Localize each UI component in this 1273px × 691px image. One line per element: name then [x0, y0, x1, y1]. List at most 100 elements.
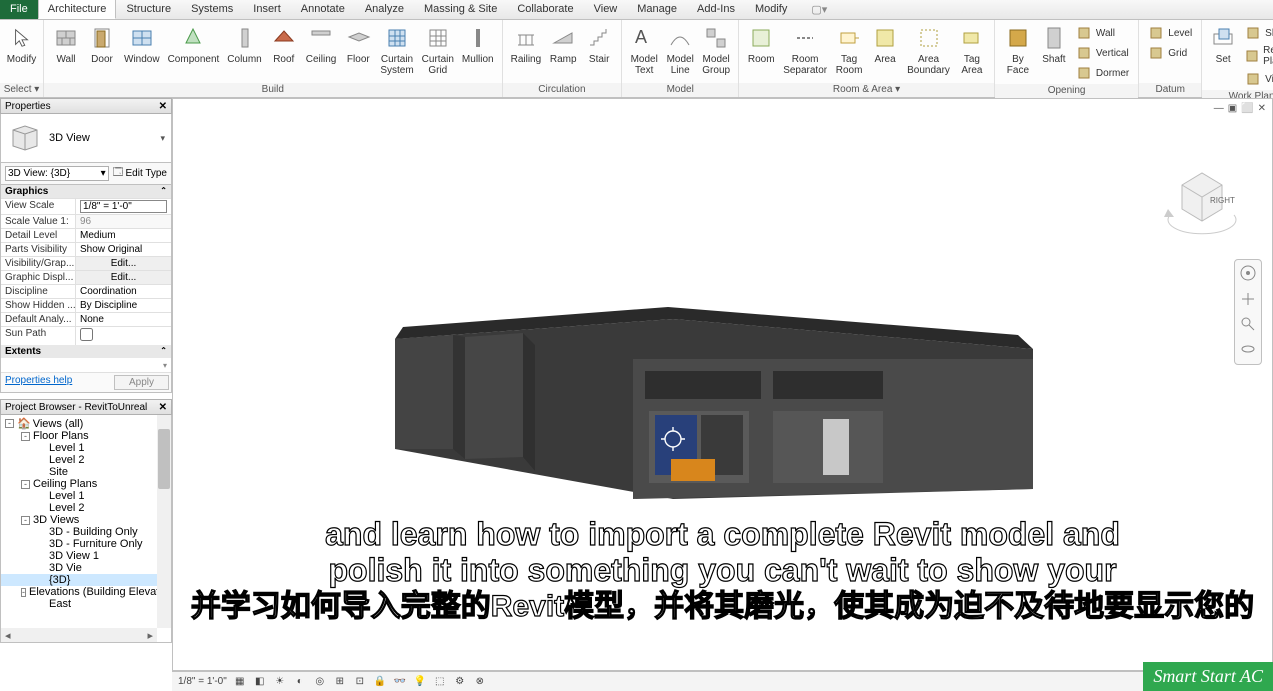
vertical-button[interactable]: Vertical: [1073, 44, 1132, 62]
model-text-button[interactable]: AModelText: [626, 22, 662, 78]
dormer-button[interactable]: Dormer: [1073, 64, 1132, 82]
grid-button[interactable]: Grid: [1145, 44, 1195, 62]
scrollbar-vertical[interactable]: [157, 415, 171, 628]
tree-node[interactable]: East: [1, 598, 171, 610]
group-select[interactable]: Select ▾: [0, 83, 43, 97]
tag-area-button[interactable]: TagArea: [954, 22, 990, 78]
tree-node[interactable]: 3D - Building Only: [1, 526, 171, 538]
tab-analyze[interactable]: Analyze: [355, 0, 414, 19]
floor-button[interactable]: Floor: [340, 22, 376, 67]
view-dropdown[interactable]: 3D View: {3D}▾: [5, 166, 109, 181]
checkbox[interactable]: [80, 328, 93, 341]
scale-display[interactable]: 1/8" = 1'-0": [178, 676, 227, 687]
type-selector[interactable]: 3D View ▾: [0, 114, 172, 163]
tab-insert[interactable]: Insert: [243, 0, 291, 19]
rendering-icon[interactable]: ◎: [313, 675, 327, 689]
tab-architecture[interactable]: Architecture: [38, 0, 117, 19]
tree-node[interactable]: Level 1: [1, 442, 171, 454]
component-button[interactable]: Component: [164, 22, 224, 67]
prop-view-scale[interactable]: View Scale1/8" = 1'-0": [1, 198, 171, 214]
room-button[interactable]: Room: [743, 22, 779, 67]
level-button[interactable]: Level: [1145, 24, 1195, 42]
prop-visibility-grap-[interactable]: Visibility/Grap...Edit...: [1, 256, 171, 270]
wall-button[interactable]: Wall: [1073, 24, 1132, 42]
section-extents[interactable]: Extents⌃: [1, 345, 171, 358]
wall-button[interactable]: Wall: [48, 22, 84, 67]
tab-file[interactable]: File: [0, 0, 38, 19]
prop-default-analy-[interactable]: Default Analy...None: [1, 312, 171, 326]
stair-button[interactable]: Stair: [581, 22, 617, 67]
constraints-icon[interactable]: ⊗: [473, 675, 487, 689]
tab-modify[interactable]: Modify: [745, 0, 797, 19]
view-cube[interactable]: RIGHT: [1152, 159, 1252, 242]
tree-node[interactable]: Site: [1, 466, 171, 478]
steering-wheel-icon[interactable]: [1239, 264, 1257, 285]
expand-icon[interactable]: -: [21, 480, 30, 489]
prop-sun-path[interactable]: Sun Path: [1, 326, 171, 345]
reveal-hidden-icon[interactable]: 💡: [413, 675, 427, 689]
ramp-button[interactable]: Ramp: [545, 22, 581, 67]
group-room-area[interactable]: Room & Area ▾: [739, 83, 994, 97]
tree-node[interactable]: 3D - Furniture Only: [1, 538, 171, 550]
orbit-icon[interactable]: [1240, 341, 1256, 360]
tab-structure[interactable]: Structure: [116, 0, 181, 19]
zoom-icon[interactable]: [1240, 316, 1256, 335]
tab-systems[interactable]: Systems: [181, 0, 243, 19]
prop-scale-value-[interactable]: Scale Value 1:96: [1, 214, 171, 228]
roof-button[interactable]: Roof: [266, 22, 302, 67]
door-button[interactable]: Door: [84, 22, 120, 67]
prop-graphic-displ-[interactable]: Graphic Displ...Edit...: [1, 270, 171, 284]
project-browser-tree[interactable]: -🏠Views (all)-Floor PlansLevel 1Level 2S…: [0, 415, 172, 643]
worksharing-icon[interactable]: ⬚: [433, 675, 447, 689]
show-button[interactable]: Show: [1242, 24, 1273, 42]
detail-level-icon[interactable]: ▦: [233, 675, 247, 689]
analytical-icon[interactable]: ⚙: [453, 675, 467, 689]
prop-discipline[interactable]: DisciplineCoordination: [1, 284, 171, 298]
shaft-button[interactable]: Shaft: [1037, 22, 1071, 67]
tree-node[interactable]: 3D Vie: [1, 562, 171, 574]
railing-button[interactable]: Railing: [507, 22, 546, 67]
close-icon[interactable]: ✕: [1258, 103, 1266, 114]
tree-node[interactable]: -🏠Views (all): [1, 417, 171, 430]
scrollbar-horizontal[interactable]: ◂▸: [1, 628, 157, 642]
tree-node[interactable]: Level 1: [1, 490, 171, 502]
nav-bar[interactable]: [1234, 259, 1262, 365]
tab-collaborate[interactable]: Collaborate: [507, 0, 583, 19]
viewer-button[interactable]: Viewer: [1242, 70, 1273, 88]
tree-node[interactable]: {3D}: [1, 574, 171, 586]
tree-node[interactable]: Level 2: [1, 454, 171, 466]
tree-node[interactable]: -Elevations (Building Elevation: [1, 586, 171, 598]
ref-plane-button[interactable]: Ref. Plane: [1242, 44, 1273, 68]
crop-region-icon[interactable]: ⊡: [353, 675, 367, 689]
shadows-icon[interactable]: ◐: [293, 675, 307, 689]
expand-icon[interactable]: -: [21, 432, 30, 441]
set-button[interactable]: Set: [1206, 22, 1240, 67]
expand-icon[interactable]: -: [5, 419, 14, 428]
tab-view[interactable]: View: [584, 0, 628, 19]
crop-view-icon[interactable]: ⊞: [333, 675, 347, 689]
curtain-grid-button[interactable]: CurtainGrid: [418, 22, 458, 78]
by-face-button[interactable]: By Face: [999, 22, 1037, 78]
ceiling-button[interactable]: Ceiling: [302, 22, 341, 67]
expand-icon[interactable]: -: [21, 588, 26, 597]
sun-path-icon[interactable]: ☀: [273, 675, 287, 689]
edit-type-button[interactable]: 🗔 Edit Type: [113, 165, 167, 182]
maximize-icon[interactable]: ⬜: [1241, 103, 1253, 114]
tab-annotate[interactable]: Annotate: [291, 0, 355, 19]
room-separator-button[interactable]: RoomSeparator: [779, 22, 831, 78]
close-icon[interactable]: ✕: [159, 402, 167, 413]
tree-node[interactable]: -Ceiling Plans: [1, 478, 171, 490]
restore-icon[interactable]: ▣: [1228, 103, 1237, 114]
tree-node[interactable]: 3D View 1: [1, 550, 171, 562]
tag-room-button[interactable]: TagRoom: [831, 22, 867, 78]
area-button[interactable]: Area: [867, 22, 903, 67]
visual-style-icon[interactable]: ◧: [253, 675, 267, 689]
model-line-button[interactable]: ModelLine: [662, 22, 698, 78]
tab-manage[interactable]: Manage: [627, 0, 687, 19]
section-graphics[interactable]: Graphics⌃: [1, 185, 171, 198]
chevron-down-icon[interactable]: ▾: [160, 133, 165, 144]
ribbon-more-icon[interactable]: ▢▾: [805, 0, 833, 19]
minimize-icon[interactable]: —: [1214, 103, 1224, 114]
curtain-system-button[interactable]: CurtainSystem: [376, 22, 417, 78]
model-group-button[interactable]: ModelGroup: [698, 22, 734, 78]
